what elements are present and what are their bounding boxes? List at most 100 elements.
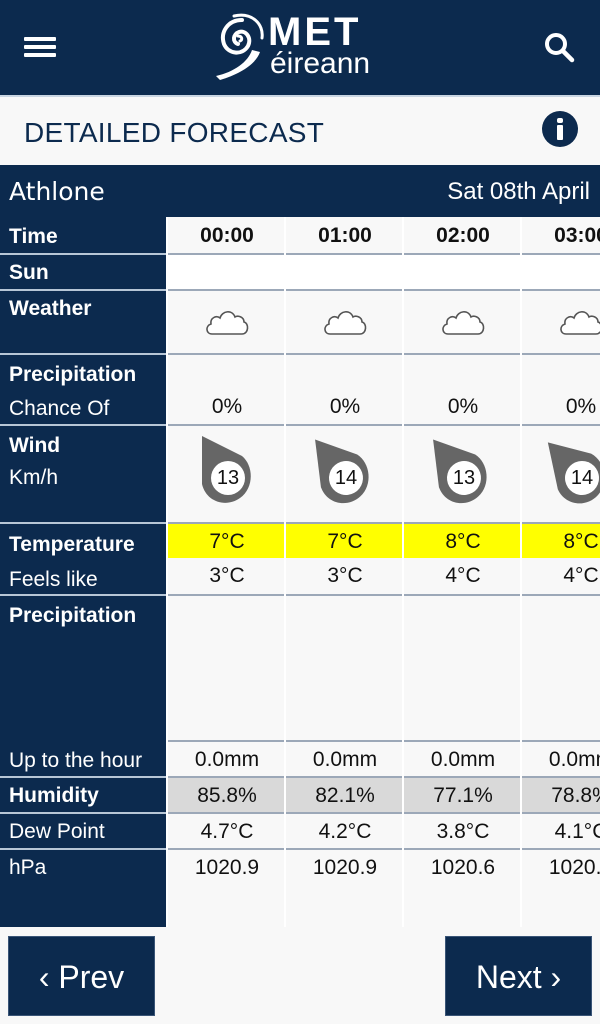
- hour-time: 02:00: [436, 224, 490, 247]
- label-precip-amount-sub: Up to the hour: [9, 749, 143, 772]
- wind-speed: 14: [334, 467, 358, 489]
- precip-chance-cell: 0%: [168, 353, 286, 424]
- row-labels-column: Time Sun Weather Precipitation Chance Of…: [0, 217, 166, 927]
- dew-point-cell: 3.8°C: [404, 812, 522, 848]
- wind-cell: 13: [404, 424, 522, 522]
- precip-chance-cell: 0%: [522, 353, 600, 424]
- info-icon[interactable]: [542, 111, 578, 147]
- menu-bar: [24, 53, 56, 57]
- title-bar: DETAILED FORECAST: [0, 95, 600, 165]
- hour-column: 02:00 0% 13 8°C 4°C 0.0mm 77.1% 3.8°C 10…: [402, 217, 522, 927]
- menu-bar: [24, 37, 56, 41]
- label-pressure: hPa: [0, 848, 166, 927]
- label-dew-point: Dew Point: [0, 812, 166, 848]
- search-icon[interactable]: [540, 28, 580, 68]
- precip-amount-cell: 0.0mm: [168, 740, 286, 776]
- label-time-text: Time: [9, 225, 58, 248]
- precip-chart-cell: [522, 594, 600, 740]
- precip-chance-value: 0%: [329, 395, 361, 418]
- weather-cell: [286, 289, 404, 353]
- wind-direction-icon: 14: [314, 432, 374, 506]
- forecast-date: Sat 08th April: [447, 178, 590, 205]
- wind-direction-icon: 13: [196, 432, 256, 506]
- label-time: Time: [0, 217, 166, 253]
- pressure-cell: 1020.6: [404, 848, 522, 927]
- cloud-icon: [560, 311, 600, 335]
- precip-chance-value: 0%: [211, 395, 243, 418]
- wind-cell: 13: [168, 424, 286, 522]
- label-humidity: Humidity: [0, 776, 166, 812]
- info-dot: [557, 118, 563, 123]
- app-header: MET éireann: [0, 0, 600, 95]
- label-feels-like: Feels like: [9, 568, 98, 591]
- met-eireann-logo[interactable]: MET éireann: [212, 10, 392, 82]
- dew-point-cell: 4.2°C: [286, 812, 404, 848]
- wind-cell: 14: [522, 424, 600, 522]
- temperature-cell: 7°C: [286, 522, 404, 558]
- label-weather-text: Weather: [9, 297, 92, 320]
- hour-column: 00:00 0% 13 7°C 3°C 0.0mm 85.8% 4.7°C 10…: [166, 217, 286, 927]
- dew-point-cell: 4.1°C: [522, 812, 600, 848]
- prev-button[interactable]: ‹ Prev: [8, 936, 155, 1016]
- hour-column: 03:00 0% 14: [520, 217, 600, 927]
- sun-cell: [404, 253, 522, 289]
- forecast-table[interactable]: Time Sun Weather Precipitation Chance Of…: [0, 217, 600, 927]
- label-humidity-text: Humidity: [9, 784, 99, 807]
- label-precip-chance-sub: Chance Of: [9, 397, 110, 420]
- precip-chance-value: 0%: [447, 395, 479, 418]
- label-precip-amount-main: Precipitation: [9, 604, 137, 627]
- page-title: DETAILED FORECAST: [24, 117, 325, 148]
- feels-like-cell: 4°C: [445, 564, 481, 587]
- location-bar: Athlone Sat 08th April: [0, 165, 600, 217]
- wind-cell: 14: [286, 424, 404, 522]
- next-button[interactable]: Next ›: [445, 936, 592, 1016]
- feels-like-cell: 3°C: [209, 564, 245, 587]
- swirl-logo-icon: [216, 13, 264, 80]
- humidity-cell: 77.1%: [404, 776, 522, 812]
- sun-cell: [522, 253, 600, 289]
- precip-amount-cell: 0.0mm: [522, 740, 600, 776]
- cloud-icon: [324, 311, 367, 335]
- precip-chart-cell: [168, 594, 286, 740]
- label-temperature: Temperature Feels like: [0, 522, 166, 594]
- weather-cell: [522, 289, 600, 353]
- label-wind-main: Wind: [9, 434, 61, 457]
- precip-amount-cell: 0.0mm: [286, 740, 404, 776]
- wind-direction-icon: 14: [547, 432, 600, 506]
- temperature-cell: 7°C: [168, 522, 286, 558]
- label-sun-text: Sun: [9, 261, 49, 284]
- precip-chance-value: 0%: [565, 395, 597, 418]
- wind-direction-icon: 13: [432, 432, 492, 506]
- cloud-icon: [206, 311, 249, 335]
- label-precip-chance: Precipitation Chance Of: [0, 353, 166, 424]
- label-wind: Wind Km/h: [0, 424, 166, 522]
- cloud-icon: [442, 311, 485, 335]
- label-temperature-main: Temperature: [9, 533, 135, 556]
- label-pressure-text: hPa: [9, 856, 47, 879]
- label-wind-sub: Km/h: [9, 466, 59, 489]
- label-precip-chance-main: Precipitation: [9, 363, 137, 386]
- humidity-cell: 78.8%: [522, 776, 600, 812]
- precip-chance-cell: 0%: [404, 353, 522, 424]
- hour-time: 00:00: [200, 224, 254, 247]
- precip-chance-cell: 0%: [286, 353, 404, 424]
- hour-columns: 00:00 0% 13 7°C 3°C 0.0mm 85.8% 4.7°C 10…: [166, 217, 600, 927]
- menu-bar: [24, 45, 56, 49]
- sun-cell: [168, 253, 286, 289]
- pressure-cell: 1020.9: [286, 848, 404, 927]
- hour-column: 01:00 0% 14 7°C 3°C 0.0mm 82.1% 4.2°C 10…: [284, 217, 404, 927]
- wind-speed: 13: [216, 467, 240, 489]
- precip-chart-cell: [404, 594, 522, 740]
- precip-chart-cell: [286, 594, 404, 740]
- label-sun: Sun: [0, 253, 166, 289]
- hamburger-menu-icon[interactable]: [24, 34, 56, 60]
- temperature-cell: 8°C: [522, 522, 600, 558]
- feels-like-cell: 4°C: [563, 564, 599, 587]
- humidity-cell: 85.8%: [168, 776, 286, 812]
- sun-cell: [286, 253, 404, 289]
- logo-met-text: MET: [268, 10, 362, 54]
- dew-point-cell: 4.7°C: [168, 812, 286, 848]
- weather-cell: [168, 289, 286, 353]
- label-weather: Weather: [0, 289, 166, 353]
- feels-like-cell: 3°C: [327, 564, 363, 587]
